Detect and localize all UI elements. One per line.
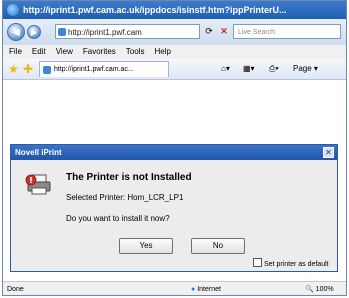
window-title: http://iprint1.pwf.cam.ac.uk/ippdocs/isi… — [23, 5, 287, 15]
page-icon — [58, 28, 66, 36]
set-default-checkbox[interactable]: Set printer as default — [253, 258, 329, 268]
back-button[interactable]: ◀ — [7, 23, 25, 41]
menu-bar: File Edit View Favorites Tools Help — [3, 45, 346, 59]
menu-tools[interactable]: Tools — [126, 45, 145, 59]
yes-button[interactable]: Yes — [119, 238, 173, 254]
install-question: Do you want to install it now? — [66, 214, 170, 223]
zone-label: Internet — [197, 286, 221, 293]
menu-view[interactable]: View — [56, 45, 73, 59]
status-text: Done — [7, 286, 24, 293]
printer-warning-icon — [25, 174, 51, 195]
set-default-label: Set printer as default — [264, 261, 329, 268]
address-bar[interactable]: http://iprint1.pwf.cam — [55, 24, 200, 39]
print-icon[interactable]: ⎙▾ — [269, 63, 279, 75]
menu-favorites[interactable]: Favorites — [83, 45, 116, 59]
internet-zone: ● Internet — [191, 282, 221, 295]
no-button[interactable]: No — [191, 238, 245, 254]
zoom-value: 100% — [315, 286, 334, 293]
home-icon[interactable]: ⌂▾ — [221, 63, 230, 75]
menu-edit[interactable]: Edit — [32, 45, 46, 59]
add-favorite-icon[interactable]: ✚ — [23, 62, 33, 76]
browser-tab[interactable]: http://iprint1.pwf.cam.ac... — [39, 61, 169, 77]
menu-help[interactable]: Help — [154, 45, 170, 59]
forward-button[interactable]: ▶ — [27, 25, 41, 39]
favorites-bar: ★ ✚ http://iprint1.pwf.cam.ac... ⌂▾ ▦▾ ⎙… — [3, 59, 346, 80]
checkbox-box[interactable] — [253, 258, 262, 267]
ie-logo-icon — [7, 4, 19, 16]
refresh-icon[interactable]: ⟳ — [202, 25, 216, 38]
address-text: http://iprint1.pwf.cam — [68, 28, 142, 37]
dialog-heading: The Printer is not Installed — [66, 172, 192, 183]
selected-printer-text: Selected Printer: Hom_LCR_LP1 — [66, 193, 184, 202]
page-menu-label: Page — [293, 64, 312, 73]
menu-file[interactable]: File — [9, 45, 22, 59]
title-bar: http://iprint1.pwf.cam.ac.uk/ippdocs/isi… — [3, 1, 346, 19]
tab-page-icon — [43, 66, 51, 74]
status-bar: Done ● Internet 🔍 100% — [3, 281, 346, 295]
navigation-bar: ◀ ▶ http://iprint1.pwf.cam ⟳ ✕ Live Sear… — [3, 19, 346, 45]
feeds-icon[interactable]: ▦▾ — [243, 63, 255, 75]
dialog-title: Novell iPrint — [11, 145, 337, 160]
globe-icon: ● — [191, 286, 196, 293]
tab-title: http://iprint1.pwf.cam.ac... — [54, 66, 134, 73]
search-input[interactable]: Live Search — [233, 24, 341, 39]
page-menu[interactable]: Page ▾ — [293, 63, 318, 75]
zoom-level[interactable]: 🔍 100% — [305, 282, 334, 295]
favorites-star-icon[interactable]: ★ — [8, 62, 19, 76]
stop-icon[interactable]: ✕ — [217, 25, 231, 38]
iprint-dialog: Novell iPrint ✕ The Printer is not Insta… — [10, 144, 338, 272]
dialog-close-button[interactable]: ✕ — [323, 147, 334, 158]
